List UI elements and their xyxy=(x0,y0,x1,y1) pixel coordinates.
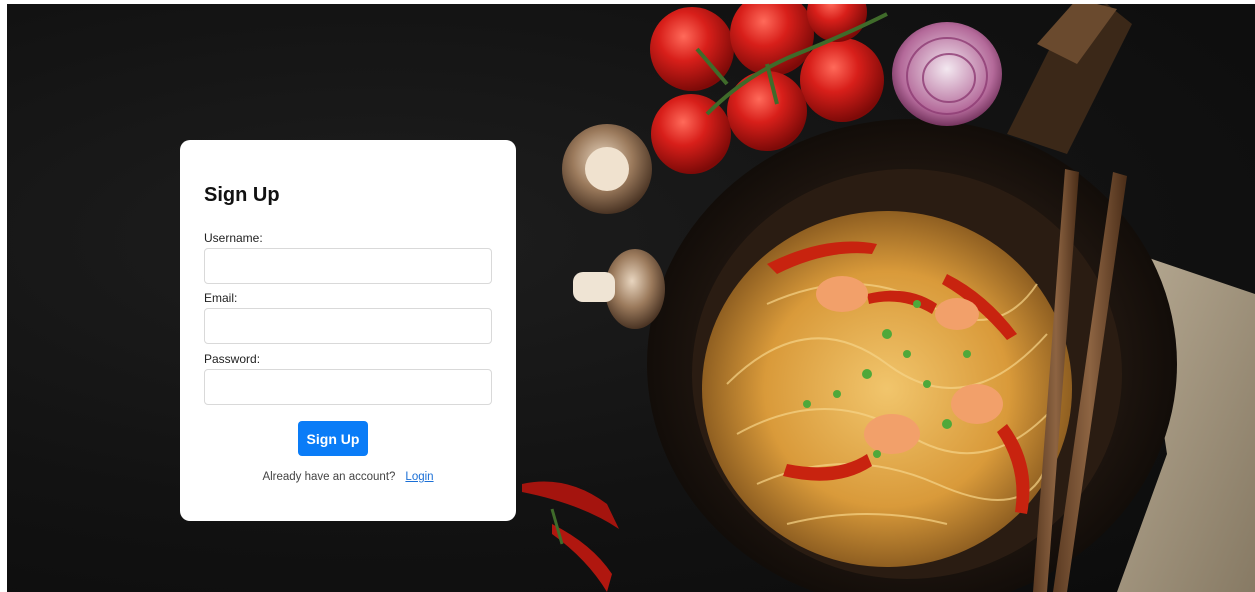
password-label: Password: xyxy=(204,352,261,366)
noodles-shape xyxy=(702,211,1072,567)
email-label: Email: xyxy=(204,291,238,305)
sign-up-button[interactable]: Sign Up xyxy=(298,421,368,456)
login-link[interactable]: Login xyxy=(405,471,433,483)
password-input[interactable] xyxy=(204,369,492,405)
username-label: Username: xyxy=(204,231,263,245)
chili-shape xyxy=(522,481,619,529)
page-background: Sign Up Username: Email: Password: Sign … xyxy=(7,4,1255,592)
page-title: Sign Up xyxy=(204,184,280,206)
email-input[interactable] xyxy=(204,308,492,344)
username-input[interactable] xyxy=(204,248,492,284)
login-prompt-text: Already have an account? xyxy=(262,471,396,483)
login-prompt: Already have an account? Login xyxy=(180,471,516,483)
chili-shape xyxy=(552,524,612,592)
signup-card: Sign Up Username: Email: Password: Sign … xyxy=(180,140,516,521)
